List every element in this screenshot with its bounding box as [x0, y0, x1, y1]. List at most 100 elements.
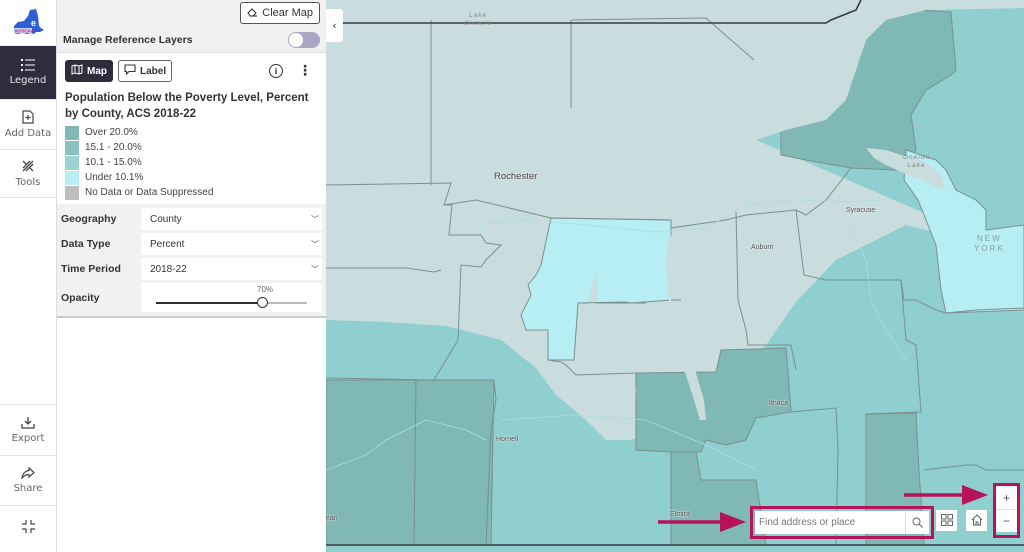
tools-icon	[21, 159, 35, 173]
chevron-down-icon: ﹀	[311, 214, 319, 224]
geography-value: County	[150, 213, 182, 225]
legend-item: 15.1 - 20.0%	[65, 140, 320, 155]
svg-text:NYSCAA: NYSCAA	[15, 28, 35, 33]
nav-rail: e NYSCAA Legend Add Data Tools Export Sh…	[0, 0, 57, 552]
rail-item-legend[interactable]: Legend	[0, 46, 56, 100]
fullscreen-exit-icon	[21, 519, 35, 533]
rail-item-label: Tools	[15, 177, 41, 188]
data-type-row: Data Type Percent ﹀	[61, 233, 322, 255]
zoom-highlight: + −	[993, 483, 1020, 538]
map-mode-button[interactable]: Map	[65, 60, 113, 82]
share-icon	[21, 467, 35, 479]
time-period-label: Time Period	[61, 263, 121, 275]
eraser-icon	[247, 7, 258, 20]
time-period-value: 2018-22	[150, 263, 187, 275]
city-label-olean: ean	[326, 515, 338, 522]
info-icon[interactable]: i	[269, 64, 283, 78]
legend-item: Over 20.0%	[65, 125, 320, 140]
layer-card: Map Label i ⋮ Population Below the Pover…	[57, 53, 326, 200]
reference-layers-label: Manage Reference Layers	[63, 34, 193, 46]
search-highlight	[750, 506, 934, 539]
state-label: NEW YORK	[974, 234, 1005, 253]
legend-swatch	[65, 185, 79, 200]
mode-row: Map Label i ⋮	[65, 59, 320, 83]
time-period-row: Time Period 2018-22 ﹀	[61, 258, 322, 280]
label-icon	[124, 64, 136, 78]
search-widget	[755, 511, 929, 534]
slider-track	[156, 297, 307, 308]
rail-item-label: Export	[11, 433, 45, 444]
rail-item-tools[interactable]: Tools	[0, 150, 56, 198]
opacity-slider[interactable]: 70%	[141, 283, 322, 312]
slider-thumb[interactable]	[256, 297, 268, 308]
clear-map-button[interactable]: Clear Map	[240, 2, 320, 24]
rail-item-label: Legend	[9, 75, 47, 86]
ny-state-logo-icon: e NYSCAA	[14, 8, 44, 34]
more-options-icon[interactable]: ⋮	[298, 64, 312, 78]
toggle-knob	[289, 33, 303, 47]
geography-select[interactable]: County ﹀	[141, 208, 322, 230]
map-mode-label: Map	[87, 65, 107, 77]
reference-layers-toggle[interactable]	[288, 32, 320, 48]
legend-swatch	[65, 125, 79, 140]
legend-panel: Clear Map Manage Reference Layers Map La…	[57, 0, 326, 552]
finger-lake	[719, 240, 738, 300]
layer-settings: Geography County ﹀ Data Type Percent ﹀ T…	[57, 204, 326, 318]
collapse-panel-button[interactable]: ‹	[326, 9, 343, 42]
address-search-input[interactable]	[755, 517, 905, 528]
nyscaa-logo[interactable]: e NYSCAA	[0, 0, 56, 46]
app: e NYSCAA Legend Add Data Tools Export Sh…	[0, 0, 1024, 552]
zoom-in-button[interactable]: +	[996, 486, 1017, 509]
chevron-down-icon: ﹀	[311, 264, 319, 274]
download-icon	[21, 416, 35, 429]
home-button[interactable]	[966, 510, 987, 531]
svg-text:e: e	[31, 18, 36, 28]
legend-swatch	[65, 140, 79, 155]
panel-toolbar: Clear Map	[57, 0, 326, 28]
data-type-value: Percent	[150, 238, 185, 250]
opacity-row: Opacity 70%	[61, 283, 322, 312]
legend-label: Over 20.0%	[85, 127, 138, 138]
rail-item-label: Add Data	[4, 128, 52, 139]
geography-row: Geography County ﹀	[61, 208, 322, 230]
label-mode-label: Label	[140, 65, 167, 77]
city-label-syracuse: Syracuse	[846, 207, 876, 214]
data-type-label: Data Type	[61, 238, 111, 250]
legend-list: Over 20.0% 15.1 - 20.0% 10.1 - 15.0% Und…	[65, 125, 320, 200]
legend-swatch	[65, 155, 79, 170]
list-icon	[21, 59, 35, 71]
legend-swatch	[65, 170, 79, 185]
legend-label: Under 10.1%	[85, 172, 144, 183]
rail-item-add-data[interactable]: Add Data	[0, 100, 56, 150]
legend-label: No Data or Data Suppressed	[85, 187, 214, 198]
slider-fill	[156, 302, 262, 304]
geography-label: Geography	[61, 213, 117, 225]
annotation-arrow	[904, 485, 988, 505]
finger-lake	[766, 235, 786, 272]
rail-item-export[interactable]: Export	[0, 404, 56, 456]
legend-item: No Data or Data Suppressed	[65, 185, 320, 200]
map-icon	[71, 64, 83, 78]
home-icon	[971, 511, 983, 530]
rail-spacer	[0, 198, 56, 404]
city-label-rochester: Rochester	[494, 171, 538, 182]
chevron-left-icon: ‹	[332, 19, 337, 32]
chevron-down-icon: ﹀	[311, 239, 319, 249]
finger-lake	[606, 395, 621, 420]
rail-item-label: Share	[13, 483, 43, 494]
map-view[interactable]: Lake Ontario Oneida Lake NEW YORK Rochester…	[326, 0, 1024, 552]
city-label-hornell: Hornell	[496, 436, 519, 443]
legend-item: 10.1 - 15.0%	[65, 155, 320, 170]
search-button[interactable]	[905, 511, 929, 534]
time-period-select[interactable]: 2018-22 ﹀	[141, 258, 322, 280]
label-mode-button[interactable]: Label	[118, 60, 173, 82]
opacity-value: 70%	[257, 285, 274, 294]
rail-item-share[interactable]: Share	[0, 456, 56, 506]
zoom-out-button[interactable]: −	[996, 509, 1017, 532]
collapse-rail-button[interactable]	[0, 506, 56, 550]
reference-layers-row: Manage Reference Layers	[57, 28, 326, 53]
add-file-icon	[22, 110, 34, 124]
basemap-gallery-button[interactable]	[936, 510, 957, 531]
data-type-select[interactable]: Percent ﹀	[141, 233, 322, 255]
city-label-ithaca: Ithaca	[769, 400, 789, 407]
